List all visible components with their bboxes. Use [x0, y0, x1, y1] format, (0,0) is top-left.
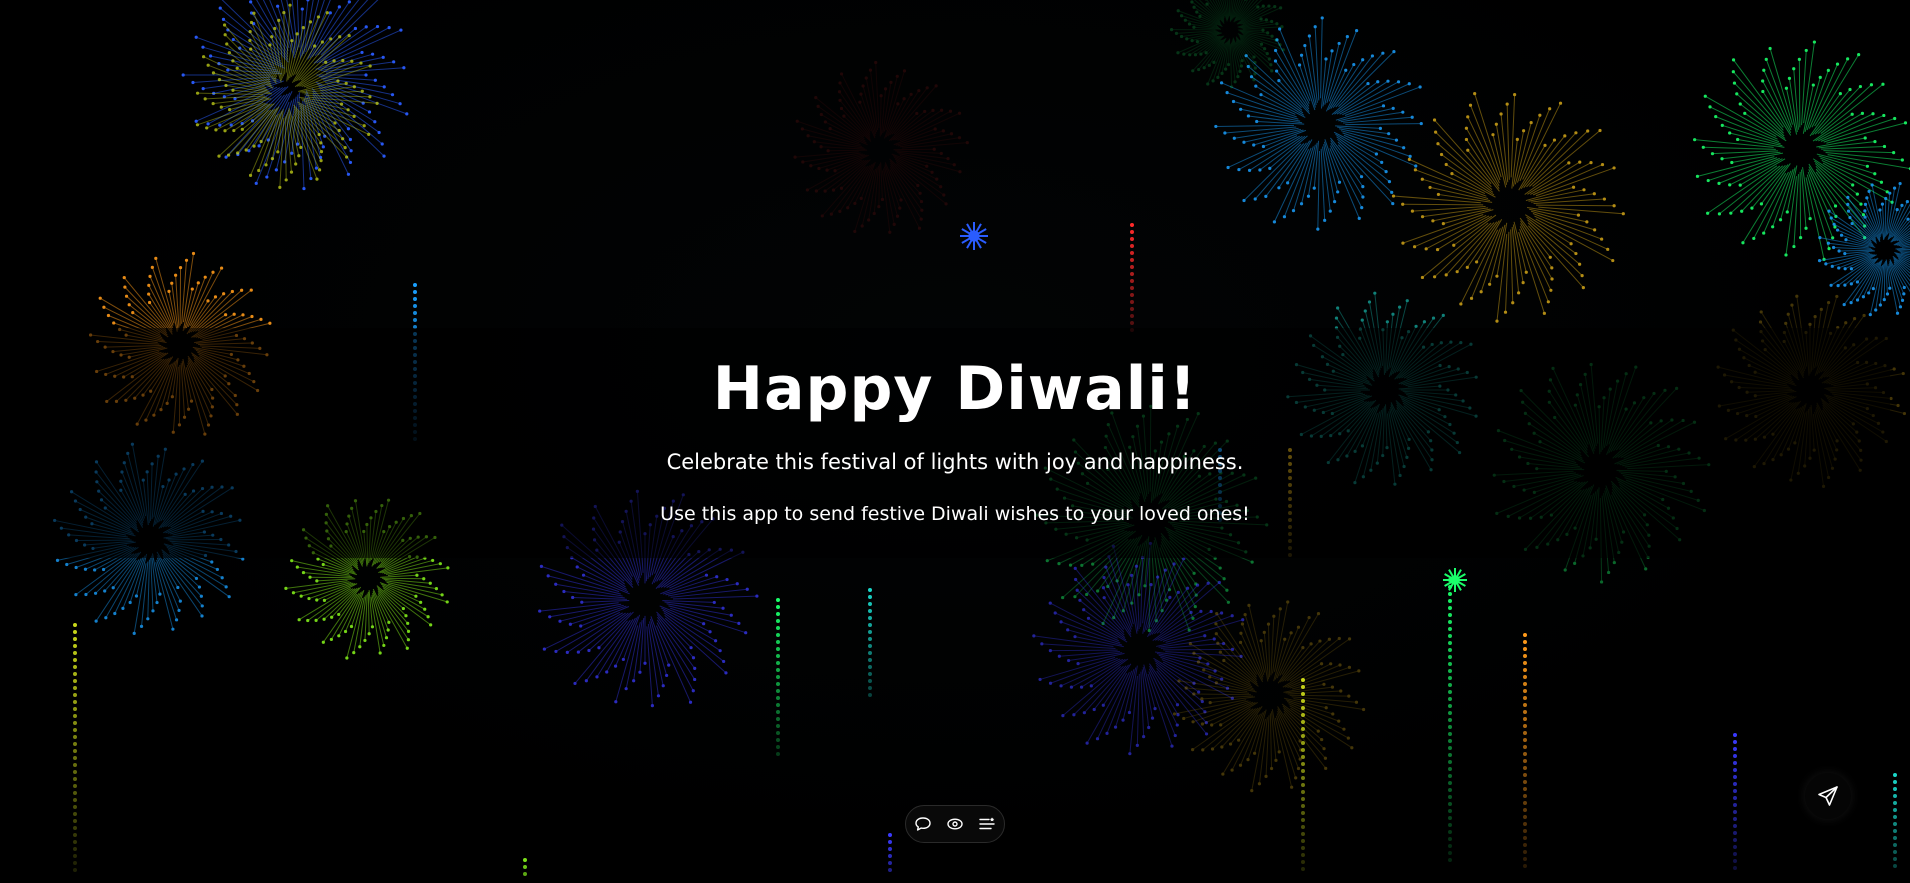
chat-button[interactable]: [913, 814, 933, 834]
rocket-trail: [73, 623, 77, 872]
eye-icon: [947, 818, 963, 830]
rocket-trail: [1301, 678, 1305, 871]
rocket-trail: [1130, 223, 1134, 332]
page-title: Happy Diwali!: [712, 354, 1198, 424]
send-wishes-button[interactable]: [1805, 773, 1851, 819]
bottom-toolbar: [905, 805, 1005, 843]
hero-tagline: Celebrate this festival of lights with j…: [666, 450, 1244, 474]
rocket-trail: [1733, 733, 1737, 870]
preview-button[interactable]: [945, 814, 965, 834]
firework-burst: [1214, 16, 1423, 231]
rocket-trail: [1893, 773, 1897, 868]
firework-burst: [1391, 92, 1625, 323]
firework-burst: [1169, 0, 1285, 89]
firework-burst: [1172, 600, 1366, 793]
list-settings-icon: [979, 817, 995, 830]
hero-panel: Happy Diwali! Celebrate this festival of…: [20, 328, 1890, 558]
send-paper-plane-icon: [1818, 786, 1838, 806]
spark-head: [960, 222, 988, 250]
rocket-trail: [888, 833, 892, 872]
firework-burst: [793, 60, 969, 234]
firework-burst: [1817, 181, 1910, 317]
rocket-trail: [1448, 578, 1452, 862]
spark-head: [1443, 568, 1467, 592]
rocket-trail: [523, 858, 527, 876]
rocket-trail: [776, 598, 780, 756]
fireworks-stage: Happy Diwali! Celebrate this festival of…: [0, 0, 1910, 883]
rocket-trail: [1523, 633, 1527, 868]
rocket-trail: [868, 588, 872, 697]
chat-bubble-icon: [915, 817, 931, 831]
options-button[interactable]: [977, 814, 997, 834]
hero-subtitle: Use this app to send festive Diwali wish…: [660, 503, 1250, 525]
